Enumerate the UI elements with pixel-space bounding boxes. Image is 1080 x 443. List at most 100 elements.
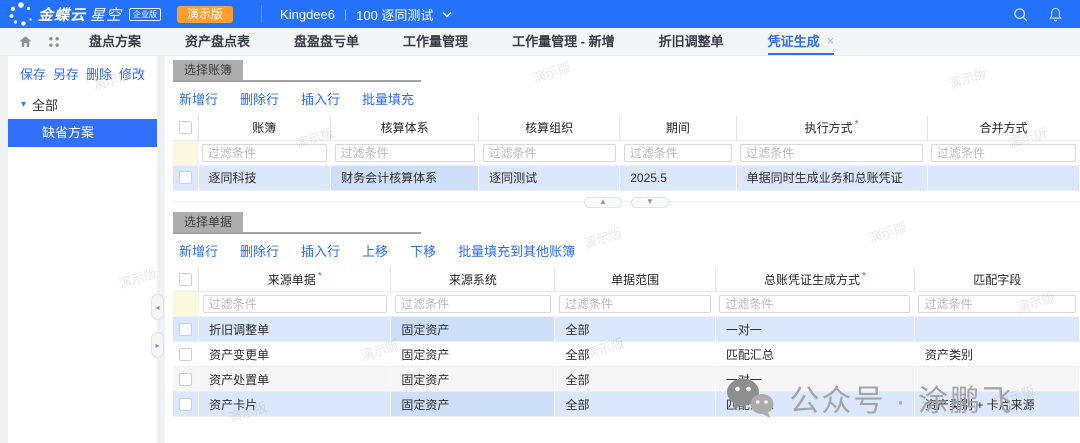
left-gutter [0, 56, 8, 443]
toolbar-link[interactable]: 批量填充到其他账簿 [458, 241, 575, 260]
filter-input[interactable] [918, 295, 1075, 313]
row-checkbox[interactable] [179, 171, 192, 184]
filter-input[interactable] [202, 144, 327, 162]
cell[interactable]: 资产变更单 [199, 342, 391, 367]
bell-icon[interactable] [1047, 6, 1064, 23]
cell[interactable] [927, 165, 1079, 190]
cell[interactable]: 固定资产 [391, 367, 555, 392]
select-all-checkbox[interactable] [179, 273, 192, 286]
tab-label: 凭证生成 [768, 31, 820, 50]
sidebar-action[interactable]: 修改 [119, 64, 145, 83]
collapse-down-button[interactable]: ▼ [631, 197, 669, 208]
collapse-right-handle[interactable]: ▸ [151, 332, 164, 358]
toolbar-link[interactable]: 新增行 [179, 89, 218, 108]
sidebar-action[interactable]: 另存 [53, 64, 79, 83]
sidebar-splitter[interactable]: ◂ ▸ [157, 56, 165, 443]
group-tab-documents[interactable]: 选择单据 [173, 212, 243, 232]
main-panel: 选择账簿 新增行删除行插入行批量填充 账簿核算体系核算组织期间执行方式*合并方式… [165, 56, 1080, 443]
cell[interactable]: 全部 [555, 392, 715, 417]
close-tab-icon[interactable]: × [827, 33, 835, 48]
workspace-tabbar: 盘点方案 资产盘点表 盘盈盘亏单 工作量管理 工作量管理 - 新增 折旧调整单 凭证生成 × [0, 28, 1080, 56]
workspace-tab[interactable]: 盘点方案 [89, 28, 141, 55]
tree-item-default-scheme[interactable]: 缺省方案 [8, 119, 157, 147]
cell[interactable]: 匹配汇总 [715, 392, 914, 417]
sidebar-action[interactable]: 删除 [86, 64, 112, 83]
filter-input[interactable] [559, 295, 711, 313]
cell[interactable]: 逐同科技 [198, 165, 331, 190]
toolbar-link[interactable]: 删除行 [240, 241, 279, 260]
table-row[interactable]: 逐同科技财务会计核算体系逐同测试2025.5单据同时生成业务和总账凭证 [173, 165, 1080, 190]
workspace-tab[interactable]: 折旧调整单 [659, 28, 724, 55]
toolbar-link[interactable]: 新增行 [179, 241, 218, 260]
table-row[interactable]: 资产处置单固定资产全部一对一 [173, 367, 1080, 392]
cell[interactable]: 资产卡片 [199, 392, 391, 417]
filter-row [173, 140, 1080, 165]
cell[interactable]: 财务会计核算体系 [331, 165, 479, 190]
workspace-tab[interactable]: 凭证生成 × [768, 28, 835, 55]
filter-input[interactable] [395, 295, 551, 313]
toolbar-link[interactable]: 批量填充 [362, 89, 414, 108]
tenant-switcher[interactable]: Kingdee6 | 100 逐同测试 [261, 5, 452, 23]
cell[interactable]: 固定资产 [391, 317, 555, 342]
home-icon[interactable] [18, 34, 33, 49]
row-checkbox[interactable] [179, 323, 192, 336]
filter-input[interactable] [931, 144, 1075, 162]
toolbar-link[interactable]: 插入行 [301, 241, 340, 260]
cell[interactable]: 匹配汇总 [715, 342, 914, 367]
select-all-checkbox[interactable] [179, 121, 192, 134]
sidebar-action[interactable]: 保存 [20, 64, 46, 83]
column-header: 总账凭证生成方式* [715, 268, 914, 292]
table-row[interactable]: 资产变更单固定资产全部匹配汇总资产类别 [173, 342, 1080, 367]
toolbar-link[interactable]: 删除行 [240, 89, 279, 108]
cell[interactable]: 折旧调整单 [199, 317, 391, 342]
table-row[interactable]: 资产卡片固定资产全部匹配汇总资产类别 + 卡片来源 [173, 392, 1080, 417]
cell[interactable]: 单据同时生成业务和总账凭证 [736, 165, 927, 190]
filter-input[interactable] [203, 295, 387, 313]
cell[interactable]: 2025.5 [620, 165, 736, 190]
table-row[interactable]: 折旧调整单固定资产全部一对一 [173, 317, 1080, 342]
workspace-tab[interactable]: 盘盈盘亏单 [294, 28, 359, 55]
filter-input[interactable] [483, 144, 616, 162]
cell[interactable]: 资产处置单 [199, 367, 391, 392]
cell[interactable]: 全部 [555, 342, 715, 367]
cell[interactable]: 资产类别 + 卡片来源 [914, 392, 1079, 417]
row-checkbox[interactable] [179, 348, 192, 361]
cell[interactable]: 逐同测试 [479, 165, 620, 190]
cell[interactable]: 一对一 [715, 317, 914, 342]
filter-input[interactable] [624, 144, 732, 162]
filter-rowhead-cell [173, 140, 198, 165]
workspace-tab[interactable]: 工作量管理 - 新增 [512, 28, 615, 55]
scheme-sidebar: 保存另存删除修改 ▾ 全部 缺省方案 [8, 56, 157, 443]
collapse-left-handle[interactable]: ◂ [151, 294, 164, 320]
cell[interactable]: 固定资产 [391, 392, 555, 417]
row-checkbox[interactable] [179, 373, 192, 386]
cell[interactable]: 全部 [555, 317, 715, 342]
filter-cell [479, 140, 620, 165]
collapse-up-button[interactable]: ▲ [584, 197, 622, 208]
column-header: 来源单据* [199, 268, 391, 292]
cell[interactable]: 资产类别 [914, 342, 1079, 367]
toolbar-link[interactable]: 下移 [410, 241, 436, 260]
select-all-cell [173, 268, 199, 292]
cell[interactable]: 一对一 [715, 367, 914, 392]
apps-grid-icon[interactable] [47, 35, 61, 49]
row-checkbox[interactable] [179, 398, 192, 411]
tree-root-all[interactable]: ▾ 全部 [8, 89, 157, 119]
books-table: 账簿核算体系核算组织期间执行方式*合并方式逐同科技财务会计核算体系逐同测试202… [173, 116, 1080, 191]
cell[interactable] [914, 317, 1079, 342]
search-icon[interactable] [1012, 6, 1029, 23]
filter-input[interactable] [740, 144, 923, 162]
workspace-tab[interactable]: 资产盘点表 [185, 28, 250, 55]
filter-input[interactable] [335, 144, 475, 162]
cell[interactable]: 全部 [555, 367, 715, 392]
brand-name: 金蝶云 [38, 4, 86, 25]
workspace-tab[interactable]: 工作量管理 [403, 28, 468, 55]
group-tab-books[interactable]: 选择账簿 [173, 60, 243, 80]
toolbar-link[interactable]: 插入行 [301, 89, 340, 108]
account-name: 100 逐同测试 [356, 5, 433, 24]
filter-input[interactable] [719, 295, 910, 313]
cell[interactable] [914, 367, 1079, 392]
toolbar-link[interactable]: 上移 [362, 241, 388, 260]
cell[interactable]: 固定资产 [391, 342, 555, 367]
filter-cell [199, 292, 391, 317]
